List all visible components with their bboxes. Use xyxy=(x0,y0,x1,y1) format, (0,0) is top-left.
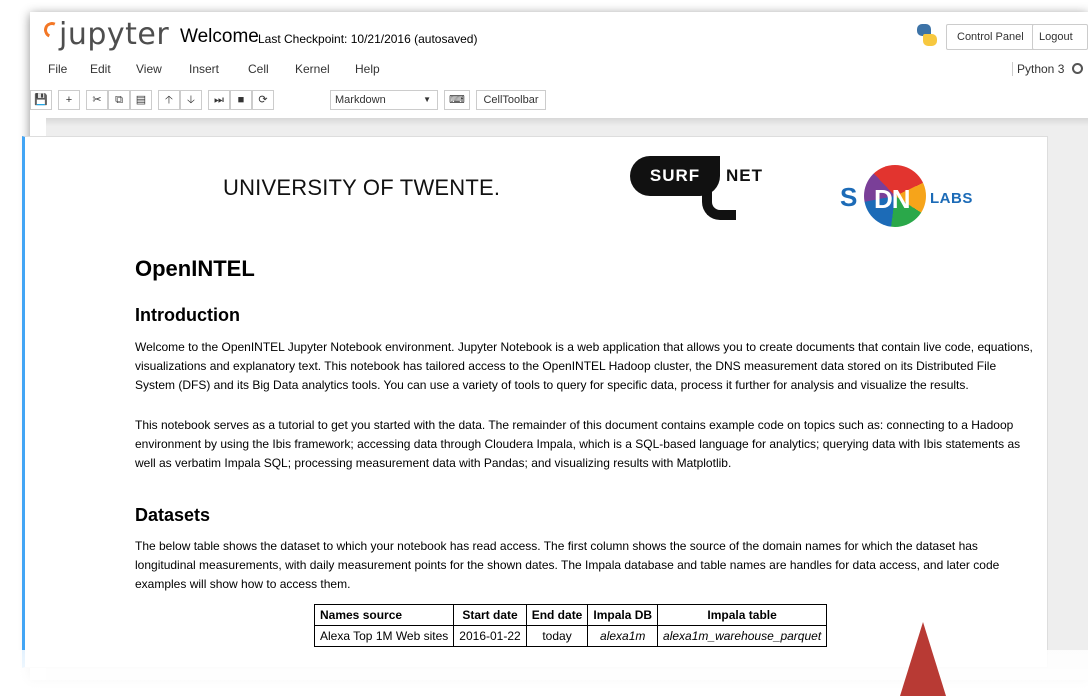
table-cell: alexa1m xyxy=(587,625,659,647)
menu-kernel[interactable]: Kernel xyxy=(295,62,330,76)
arrow-up-icon[interactable]: 🡡 xyxy=(158,90,180,110)
surfnet-logo: SURF NET xyxy=(630,156,790,226)
copy-icon[interactable]: ⧉ xyxy=(108,90,130,110)
datasets-table: Names source Start date End date Impala … xyxy=(313,604,828,647)
checkpoint-status: Last Checkpoint: 10/21/2016 (autosaved) xyxy=(258,32,478,46)
restart-icon[interactable]: ⟳ xyxy=(252,90,274,110)
paste-icon[interactable]: ▤ xyxy=(130,90,152,110)
table-header: Impala table xyxy=(657,604,828,626)
toolbar: 💾 + ✂ ⧉ ▤ 🡡 🡣 ⏭ ■ ⟳ Markdown ▼ ⌨ CellToo… xyxy=(30,90,1088,112)
menu-insert[interactable]: Insert xyxy=(189,62,219,76)
table-header: Start date xyxy=(453,604,527,626)
datasets-heading: Datasets xyxy=(135,505,211,525)
page-title: OpenINTEL xyxy=(135,256,255,281)
surfnet-surf-text: SURF xyxy=(630,156,720,196)
plus-icon[interactable]: + xyxy=(58,90,80,110)
jupyter-mark-icon xyxy=(41,19,63,46)
menu-view[interactable]: View xyxy=(136,62,162,76)
header: jupyter Welcome Last Checkpoint: 10/21/2… xyxy=(30,12,1088,56)
menu-file[interactable]: File xyxy=(48,62,67,76)
sidn-labs-logo: S DN LABS xyxy=(840,160,990,230)
surfnet-net-text: NET xyxy=(726,166,763,185)
intro-paragraph-1: Welcome to the OpenINTEL Jupyter Noteboo… xyxy=(135,340,1033,392)
annotation-arrow-icon xyxy=(900,622,946,696)
arrow-down-icon[interactable]: 🡣 xyxy=(180,90,202,110)
sidn-s-text: S xyxy=(840,182,858,212)
menu-help[interactable]: Help xyxy=(355,62,380,76)
menubar: File Edit View Insert Cell Kernel Help P… xyxy=(30,58,1088,82)
table-cell: Alexa Top 1M Web sites xyxy=(313,625,455,647)
table-cell: alexa1m_warehouse_parquet xyxy=(657,625,828,647)
cut-icon[interactable]: ✂ xyxy=(86,90,108,110)
control-panel-button[interactable]: Control Panel xyxy=(946,24,1035,50)
stop-icon[interactable]: ■ xyxy=(230,90,252,110)
chevron-down-icon: ▼ xyxy=(423,95,431,104)
table-header: End date xyxy=(525,604,589,626)
table-header: Impala DB xyxy=(587,604,659,626)
skip-next-icon[interactable]: ⏭ xyxy=(208,90,230,110)
cell-type-value: Markdown xyxy=(335,94,386,106)
sidn-labs-text: LABS xyxy=(930,190,973,207)
intro-paragraph-2: This notebook serves as a tutorial to ge… xyxy=(135,418,1021,470)
keyboard-icon[interactable]: ⌨ xyxy=(444,90,470,110)
kernel-name: Python 3 xyxy=(1012,62,1064,76)
menu-cell[interactable]: Cell xyxy=(248,62,269,76)
python-logo-icon xyxy=(915,23,939,47)
notebook-title[interactable]: Welcome xyxy=(180,26,259,48)
table-header-row: Names source Start date End date Impala … xyxy=(313,604,828,626)
table-cell: today xyxy=(525,625,589,647)
table-row: Alexa Top 1M Web sites 2016-01-22 today … xyxy=(313,625,828,647)
celltoolbar-button[interactable]: CellToolbar xyxy=(476,90,546,110)
menu-edit[interactable]: Edit xyxy=(90,62,111,76)
introduction-heading: Introduction xyxy=(135,305,240,325)
table-cell: 2016-01-22 xyxy=(453,625,527,647)
cell-type-select[interactable]: Markdown ▼ xyxy=(330,90,438,110)
sidn-dn-text: DN xyxy=(874,184,911,214)
jupyter-logo[interactable]: jupyter xyxy=(41,16,170,52)
university-of-twente-logo: UNIVERSITY OF TWENTE. xyxy=(223,175,501,200)
logout-button[interactable]: Logout xyxy=(1032,24,1088,50)
notebook-top-shadow xyxy=(46,118,1088,126)
jupyter-wordmark: jupyter xyxy=(59,16,170,52)
save-icon[interactable]: 💾 xyxy=(30,90,52,110)
kernel-idle-indicator-icon xyxy=(1072,63,1083,74)
datasets-paragraph: The below table shows the dataset to whi… xyxy=(135,539,1000,591)
table-header: Names source xyxy=(313,604,455,626)
